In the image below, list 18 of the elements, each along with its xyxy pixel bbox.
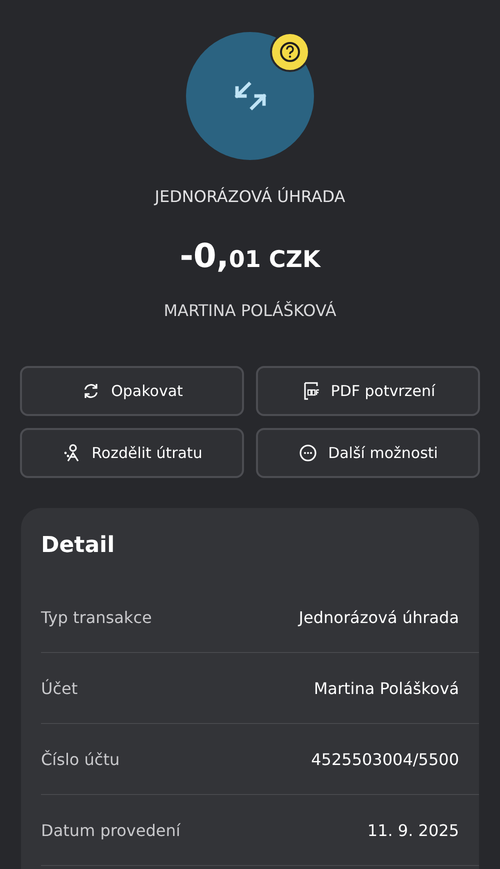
field-value: 4525503004/5500 — [311, 750, 459, 768]
counterparty-name: MARTINA POLÁŠKOVÁ — [164, 300, 336, 322]
action-button[interactable]: PDF potvrzení — [256, 366, 480, 416]
transaction-type: JEDNORÁZOVÁ ÚHRADA — [154, 186, 346, 208]
detail-heading: Detail — [41, 532, 116, 560]
field-label: Účet — [41, 678, 78, 698]
field-value: Jednorázová úhrada — [298, 608, 459, 626]
action-button[interactable]: Rozdělit útratu — [20, 428, 244, 478]
field-label: Číslo účtu — [41, 750, 120, 768]
help-badge-icon[interactable] — [270, 32, 310, 72]
field-value: Martina Polášková — [314, 678, 459, 698]
action-button[interactable]: Další možnosti — [256, 428, 480, 478]
field-value: 11. 9. 2025 — [367, 820, 459, 840]
amount: -0,01 CZK — [180, 236, 320, 277]
more-options-icon — [298, 443, 318, 463]
field-label: Datum provedení — [41, 820, 180, 840]
action-button[interactable]: Opakovat — [20, 366, 244, 416]
field-label: Typ transakce — [41, 608, 152, 626]
